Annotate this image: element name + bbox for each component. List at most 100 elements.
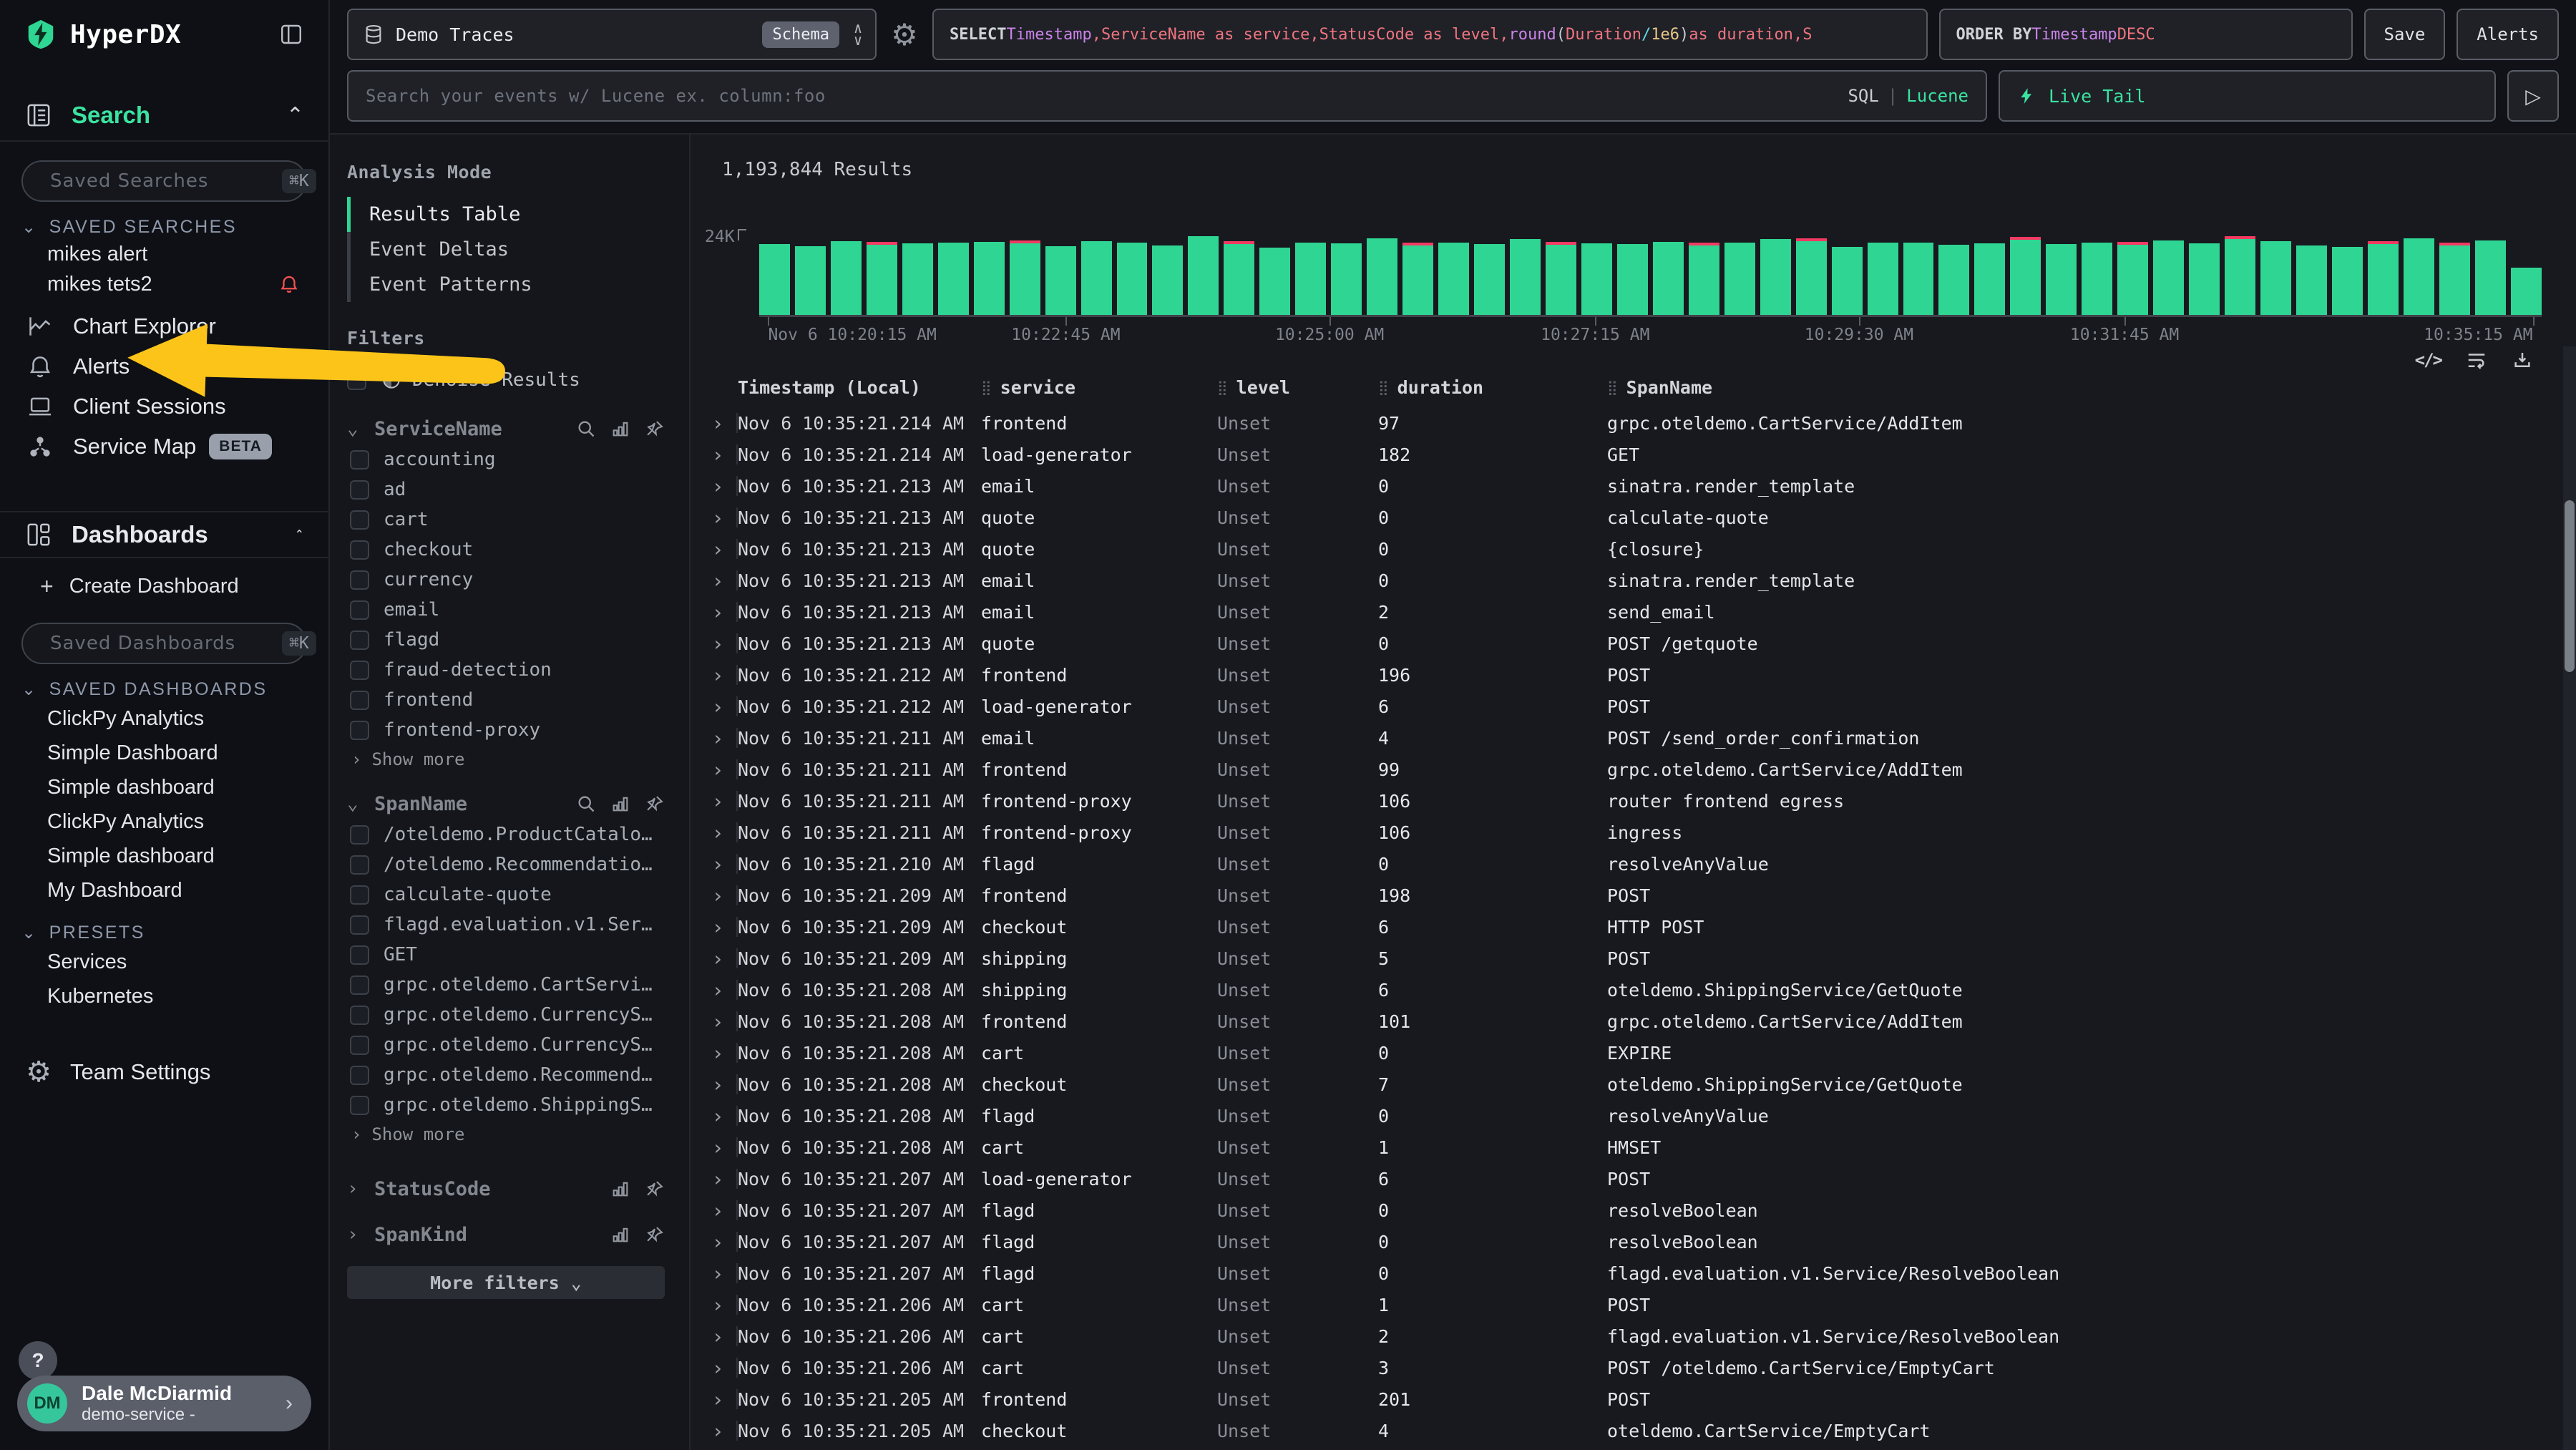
filter-option[interactable]: accounting [347,444,665,475]
result-row[interactable]: ›Nov 6 10:35:21.213 AMemailUnset2send_em… [691,596,2576,628]
source-settings-gear-icon[interactable]: ⚙ [888,17,921,52]
result-row[interactable]: ›Nov 6 10:35:21.211 AMemailUnset4POST /s… [691,722,2576,754]
drag-handle-icon[interactable]: ⣿ [981,379,992,396]
expand-row-icon[interactable]: › [698,628,738,659]
filter-option[interactable]: GET [347,940,665,970]
result-row[interactable]: ›Nov 6 10:35:21.207 AMflagdUnset0resolve… [691,1226,2576,1257]
saved-dashboard-item[interactable]: Simple Dashboard [26,736,307,770]
expand-row-icon[interactable]: › [698,1006,738,1037]
checkbox[interactable] [350,570,369,590]
filter-option[interactable]: flagd.evaluation.v1.Ser… [347,910,665,940]
result-row[interactable]: ›Nov 6 10:35:21.208 AMfrontendUnset101gr… [691,1006,2576,1037]
filter-option[interactable]: cart [347,505,665,535]
result-row[interactable]: ›Nov 6 10:35:21.211 AMfrontendUnset99grp… [691,754,2576,785]
saved-dashboards-section[interactable]: ⌄ SAVED DASHBOARDS [21,677,307,701]
user-menu[interactable]: DM Dale McDiarmid demo-service - › [17,1376,311,1431]
filter-option[interactable]: grpc.oteldemo.CartServi… [347,970,665,1000]
result-row[interactable]: ›Nov 6 10:35:21.210 AMflagdUnset0resolve… [691,848,2576,880]
result-row[interactable]: ›Nov 6 10:35:21.207 AMload-generatorUnse… [691,1163,2576,1194]
result-row[interactable]: ›Nov 6 10:35:21.208 AMshippingUnset6otel… [691,974,2576,1006]
sidebar-item-team-settings[interactable]: ⚙ Team Settings [0,1052,328,1092]
filter-option[interactable]: ad [347,475,665,505]
filter-option[interactable]: /oteldemo.Recommendatio… [347,850,665,880]
create-dashboard-button[interactable]: + Create Dashboard [0,568,328,604]
expand-row-icon[interactable]: › [698,1100,738,1132]
result-row[interactable]: ›Nov 6 10:35:21.214 AMload-generatorUnse… [691,439,2576,470]
event-search-bar[interactable]: SQL | Lucene [347,70,1987,122]
vertical-scrollbar[interactable] [2563,346,2576,1450]
filter-option[interactable]: grpc.oteldemo.CurrencyS… [347,1030,665,1060]
filter-option[interactable]: grpc.oteldemo.CurrencyS… [347,1000,665,1030]
saved-dashboard-item[interactable]: My Dashboard [26,873,307,908]
checkbox[interactable] [350,510,369,530]
saved-dashboards-input[interactable] [50,633,282,654]
help-button[interactable]: ? [19,1341,57,1380]
expand-row-icon[interactable]: › [698,817,738,848]
expand-row-icon[interactable]: › [698,974,738,1006]
checkbox[interactable] [350,885,369,905]
checkbox[interactable] [350,600,369,620]
saved-search-item[interactable]: mikes alert [26,239,307,269]
presets-section[interactable]: ⌄ PRESETS [21,920,307,945]
pin-icon[interactable] [645,1225,665,1245]
result-row[interactable]: ›Nov 6 10:35:21.208 AMcartUnset1HMSET [691,1132,2576,1163]
bar-chart-icon[interactable] [610,794,630,814]
saved-search-item[interactable]: mikes tets2 [26,269,307,299]
checkbox[interactable] [350,540,369,560]
result-row[interactable]: ›Nov 6 10:35:21.209 AMcheckoutUnset6HTTP… [691,911,2576,943]
checkbox[interactable] [350,975,369,995]
expand-row-icon[interactable]: › [698,1069,738,1100]
checkbox[interactable] [350,1066,369,1085]
expand-row-icon[interactable]: › [698,691,738,722]
result-row[interactable]: ›Nov 6 10:35:21.211 AMfrontend-proxyUnse… [691,817,2576,848]
expand-row-icon[interactable]: › [698,439,738,470]
checkbox[interactable] [350,945,369,965]
search-icon[interactable] [576,794,596,814]
checkbox[interactable] [350,825,369,845]
drag-handle-icon[interactable]: ⣿ [1217,379,1228,396]
checkbox[interactable] [350,450,369,469]
wrap-text-icon[interactable] [2466,349,2487,371]
result-row[interactable]: ›Nov 6 10:35:21.206 AMcartUnset1POST [691,1289,2576,1320]
saved-dashboard-item[interactable]: ClickPy Analytics [26,804,307,839]
result-row[interactable]: ›Nov 6 10:35:21.207 AMflagdUnset0flagd.e… [691,1257,2576,1289]
filter-option[interactable]: flagd [347,625,665,655]
order-by-input[interactable]: ORDER BY Timestamp DESC [1939,9,2353,60]
dashboards-section-header[interactable]: Dashboards ⌃ [0,511,328,558]
expand-row-icon[interactable]: › [698,1289,738,1320]
result-row[interactable]: ›Nov 6 10:35:21.212 AMload-generatorUnse… [691,691,2576,722]
filter-group-statuscode[interactable]: › StatusCode [347,1173,665,1205]
filter-option[interactable]: grpc.oteldemo.ShippingS… [347,1090,665,1120]
expand-row-icon[interactable]: › [698,848,738,880]
expand-row-icon[interactable]: › [698,470,738,502]
expand-row-icon[interactable]: › [698,596,738,628]
search-icon[interactable] [576,419,596,439]
expand-row-icon[interactable]: › [698,785,738,817]
result-row[interactable]: ›Nov 6 10:35:21.208 AMflagdUnset0resolve… [691,1100,2576,1132]
save-search-button[interactable]: Save [2364,9,2446,60]
expand-row-icon[interactable]: › [698,533,738,565]
expand-row-icon[interactable]: › [698,1194,738,1226]
saved-dashboard-item[interactable]: Simple dashboard [26,839,307,873]
result-row[interactable]: ›Nov 6 10:35:21.213 AMquoteUnset0POST /g… [691,628,2576,659]
result-row[interactable]: ›Nov 6 10:35:21.205 AMcheckoutUnset4otel… [691,1415,2576,1446]
filter-option[interactable]: checkout [347,535,665,565]
expand-row-icon[interactable]: › [698,1257,738,1289]
result-row[interactable]: ›Nov 6 10:35:21.206 AMcartUnset2flagd.ev… [691,1320,2576,1352]
expand-row-icon[interactable]: › [698,911,738,943]
checkbox[interactable] [350,855,369,875]
search-input[interactable] [366,86,1839,106]
filter-option[interactable]: grpc.oteldemo.Recommend… [347,1060,665,1090]
bar-chart-icon[interactable] [610,1225,630,1245]
data-source-select[interactable]: Demo Traces Schema ∧∨ [347,9,877,60]
expand-row-icon[interactable]: › [698,1383,738,1415]
result-row[interactable]: ›Nov 6 10:35:21.211 AMfrontend-proxyUnse… [691,785,2576,817]
expand-row-icon[interactable]: › [698,659,738,691]
saved-dashboard-item[interactable]: Simple dashboard [26,770,307,804]
saved-searches-search[interactable]: ⌘K [21,160,307,202]
preset-item[interactable]: Services [26,945,307,979]
bar-chart-icon[interactable] [610,419,630,439]
result-row[interactable]: ›Nov 6 10:35:21.209 AMshippingUnset5POST [691,943,2576,974]
sql-mode-toggle[interactable]: SQL [1848,86,1878,106]
result-row[interactable]: ›Nov 6 10:35:21.213 AMemailUnset0sinatra… [691,565,2576,596]
